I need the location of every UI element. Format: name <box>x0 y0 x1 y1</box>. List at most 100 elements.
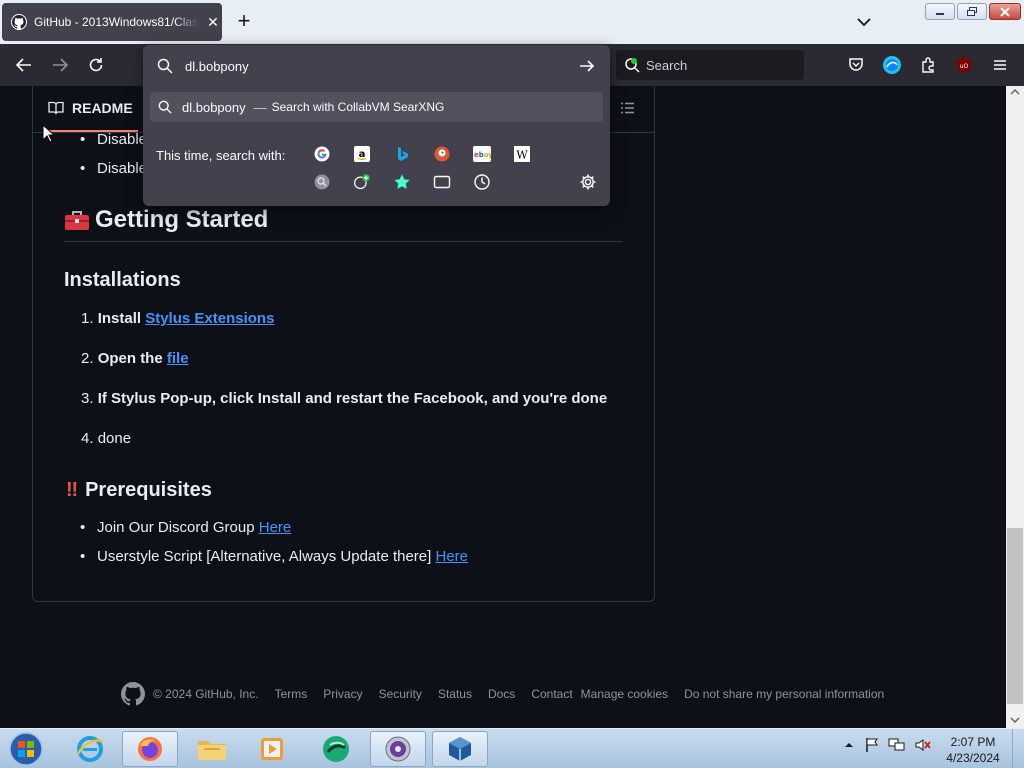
url-value: dl.bobpony <box>185 58 249 74</box>
google-icon[interactable] <box>313 145 331 163</box>
dvd-icon[interactable] <box>370 731 426 767</box>
bing-icon[interactable] <box>393 145 411 163</box>
clock-time: 2:07 PM <box>950 735 996 749</box>
tab-title: GitHub - 2013Windows81/Classic-Facebook <box>34 15 199 29</box>
url-bar-dropdown: dl.bobpony dl.bobpony — Search with Coll… <box>143 45 610 206</box>
show-hidden-icons-icon[interactable] <box>842 738 856 752</box>
one-off-search-label: This time, search with: <box>156 148 286 163</box>
search-settings-gear-icon[interactable] <box>579 173 597 191</box>
page-scrollbar[interactable] <box>1006 86 1024 728</box>
suggestion-separator: — <box>253 99 267 115</box>
bookmarks-icon[interactable] <box>393 173 411 191</box>
readme-tab-label: README <box>72 100 133 116</box>
suggestion-query: dl.bobpony <box>182 99 246 115</box>
duckduckgo-icon[interactable] <box>433 145 451 163</box>
amazon-icon[interactable]: a <box>353 145 371 163</box>
virtualbox-icon[interactable] <box>432 731 488 767</box>
heading-rule <box>64 241 622 242</box>
search-suggestion[interactable]: dl.bobpony — Search with CollabVM SearXN… <box>150 92 603 122</box>
svg-text:ebay: ebay <box>474 151 491 159</box>
footer-link-security[interactable]: Security <box>379 687 422 701</box>
add-engine-icon[interactable] <box>353 173 371 191</box>
window-restore-button[interactable] <box>957 3 987 20</box>
app-menu-icon[interactable] <box>988 53 1012 77</box>
list-item: Disable <box>80 160 147 177</box>
svg-text:a: a <box>359 149 366 160</box>
footer-link-terms[interactable]: Terms <box>275 687 308 701</box>
browser-tab-active[interactable]: GitHub - 2013Windows81/Classic-Facebook … <box>2 3 222 41</box>
github-logo-icon[interactable] <box>121 682 145 706</box>
show-desktop-button[interactable] <box>1012 729 1024 768</box>
searxng-icon[interactable] <box>313 173 331 191</box>
footer-copyright: © 2024 GitHub, Inc. <box>153 687 259 701</box>
system-clock[interactable]: 2:07 PM 4/23/2024 <box>940 734 1006 766</box>
media-player-icon[interactable] <box>244 731 300 767</box>
search-icon <box>157 58 173 74</box>
heading-installations: Installations <box>64 269 181 291</box>
book-icon <box>48 101 64 115</box>
ebay-icon[interactable]: ebay <box>473 145 491 163</box>
heading-getting-started: Getting Started <box>64 206 268 234</box>
extensions-icon[interactable] <box>916 53 940 77</box>
github-favicon-icon <box>11 14 27 30</box>
stylus-extensions-link[interactable]: Stylus Extensions <box>145 310 274 327</box>
step-item: 1. Install Stylus Extensions <box>81 310 275 327</box>
double-exclamation-icon: ‼ <box>66 479 78 501</box>
scrollbar-thumb[interactable] <box>1007 528 1023 704</box>
mouse-cursor-icon <box>42 124 54 143</box>
file-explorer-icon[interactable] <box>184 731 240 767</box>
reload-button[interactable] <box>84 53 108 77</box>
internet-explorer-icon[interactable] <box>62 731 118 767</box>
readme-tab[interactable]: README <box>48 100 133 116</box>
wikipedia-icon[interactable]: W <box>513 145 531 163</box>
svg-text:W: W <box>516 149 528 162</box>
footer-link-manage-cookies[interactable]: Manage cookies <box>581 687 668 701</box>
ublock-origin-icon[interactable]: uO <box>952 53 976 77</box>
forward-button[interactable] <box>48 53 72 77</box>
account-avatar-icon[interactable] <box>880 53 904 77</box>
footer-link-docs[interactable]: Docs <box>488 687 515 701</box>
list-item: Userstyle Script [Alternative, Always Up… <box>80 548 468 565</box>
toolbox-icon <box>65 211 89 230</box>
step-item: 2. Open the file <box>81 350 189 367</box>
scroll-down-icon[interactable] <box>1010 716 1020 724</box>
firefox-icon[interactable] <box>122 731 178 767</box>
system-tray <box>842 737 932 753</box>
footer-link-status[interactable]: Status <box>438 687 472 701</box>
file-link[interactable]: file <box>167 350 189 367</box>
pocket-icon[interactable] <box>844 53 868 77</box>
start-button[interactable] <box>6 731 46 767</box>
url-input[interactable]: dl.bobpony <box>151 51 602 81</box>
page-footer: © 2024 GitHub, Inc. Terms Privacy Securi… <box>121 682 884 706</box>
volume-muted-icon[interactable] <box>914 737 932 753</box>
svg-text:uO: uO <box>960 63 969 70</box>
spotify-like-icon[interactable] <box>308 731 364 767</box>
window-minimize-button[interactable] <box>925 3 955 20</box>
back-button[interactable] <box>12 53 36 77</box>
heading-prerequisites: ‼ Prerequisites <box>66 479 212 501</box>
tab-strip: GitHub - 2013Windows81/Classic-Facebook … <box>0 0 1024 44</box>
search-icon <box>158 100 172 114</box>
list-item: Join Our Discord Group Here <box>80 519 292 536</box>
tabs-icon[interactable] <box>433 173 451 191</box>
scroll-up-icon[interactable] <box>1010 88 1020 96</box>
userstyle-here-link[interactable]: Here <box>435 548 468 565</box>
footer-link-do-not-share[interactable]: Do not share my personal information <box>684 687 884 701</box>
network-icon[interactable] <box>888 737 906 753</box>
suggestion-action: Search with CollabVM SearXNG <box>271 100 445 114</box>
search-placeholder: Search <box>646 57 688 73</box>
action-center-flag-icon[interactable] <box>864 737 880 753</box>
discord-here-link[interactable]: Here <box>259 519 292 536</box>
go-arrow-icon[interactable] <box>578 57 596 75</box>
step-item: 4. done <box>81 430 132 447</box>
history-icon[interactable] <box>473 173 491 191</box>
list-item: Disable <box>80 131 147 148</box>
footer-link-contact[interactable]: Contact <box>531 687 572 701</box>
search-bar[interactable]: Search <box>616 50 804 80</box>
footer-link-privacy[interactable]: Privacy <box>323 687 362 701</box>
list-all-tabs-button[interactable] <box>852 10 876 34</box>
window-close-button[interactable] <box>989 3 1021 20</box>
new-tab-button[interactable]: + <box>232 10 256 34</box>
table-of-contents-icon[interactable] <box>620 100 636 121</box>
tab-close-icon[interactable]: ✕ <box>205 14 221 31</box>
